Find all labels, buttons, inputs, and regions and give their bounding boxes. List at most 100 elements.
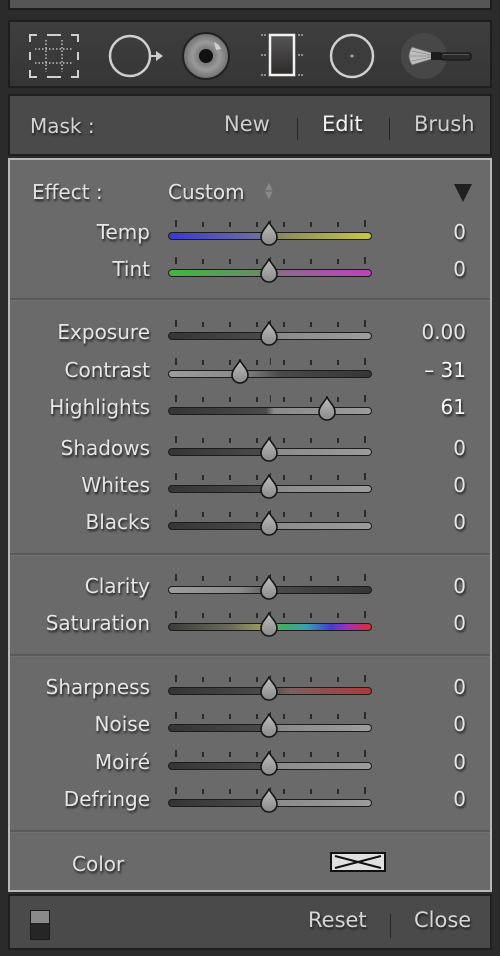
close-button[interactable]: Close <box>414 908 471 932</box>
effect-preset-select[interactable]: Custom <box>168 180 245 204</box>
slider-thumb-whites[interactable] <box>259 472 279 500</box>
slider-label: Clarity <box>84 574 150 598</box>
slider-thumb-moire[interactable] <box>259 749 279 777</box>
slider-tick <box>175 358 177 365</box>
slider-row-tint: Tint 0 <box>10 255 490 285</box>
slider-value-noise[interactable]: 0 <box>453 712 466 736</box>
slider-tick <box>202 576 204 581</box>
slider-tick <box>364 257 366 264</box>
slider-value-sharpness[interactable]: 0 <box>453 675 466 699</box>
slider-tick <box>310 613 312 618</box>
slider-tick <box>202 322 204 327</box>
slider-value-shadows[interactable]: 0 <box>453 436 466 460</box>
slider-value-temp[interactable]: 0 <box>453 220 466 244</box>
section-divider <box>10 830 490 833</box>
color-swatch[interactable] <box>330 852 386 872</box>
radial-filter-icon <box>329 33 375 79</box>
up-down-arrows-icon[interactable]: ▲ ▼ <box>265 182 273 201</box>
slider-thumb-exposure[interactable] <box>259 319 279 347</box>
slider-value-whites[interactable]: 0 <box>453 473 466 497</box>
mask-enable-toggle[interactable] <box>30 910 50 940</box>
slider-value-exposure[interactable]: 0.00 <box>421 320 466 344</box>
slider-thumb-temp[interactable] <box>259 219 279 247</box>
slider-value-moire[interactable]: 0 <box>453 750 466 774</box>
slider-value-highlights[interactable]: 61 <box>441 395 466 419</box>
slider-thumb-shadows[interactable] <box>259 435 279 463</box>
slider-label: Noise <box>94 712 150 736</box>
spot-removal-tool[interactable] <box>106 28 166 84</box>
slider-tick <box>256 259 258 264</box>
slider-row-contrast: Contrast – 31 <box>10 356 490 386</box>
slider-tick <box>202 397 204 402</box>
slider-value-saturation[interactable]: 0 <box>453 611 466 635</box>
graduated-filter-icon <box>261 33 303 77</box>
collapse-triangle-icon[interactable] <box>454 184 472 202</box>
slider-tick <box>256 397 258 402</box>
slider-tick <box>364 574 366 581</box>
slider-tick <box>310 714 312 719</box>
slider-value-blacks[interactable]: 0 <box>453 510 466 534</box>
slider-tick <box>256 714 258 719</box>
slider-thumb-contrast[interactable] <box>230 357 250 385</box>
slider-label: Exposure <box>57 320 150 344</box>
slider-row-noise: Noise 0 <box>10 710 490 740</box>
reset-button[interactable]: Reset <box>308 908 367 932</box>
slider-tick <box>175 787 177 794</box>
slider-tick <box>256 360 258 365</box>
slider-tick <box>202 789 204 794</box>
slider-thumb-defringe[interactable] <box>259 786 279 814</box>
slider-thumb-saturation[interactable] <box>259 610 279 638</box>
slider-value-contrast[interactable]: – 31 <box>424 358 466 382</box>
slider-tick <box>202 752 204 757</box>
slider-tick <box>175 436 177 443</box>
slider-tick <box>337 512 339 517</box>
slider-value-tint[interactable]: 0 <box>453 257 466 281</box>
slider-tick <box>310 222 312 227</box>
slider-thumb-noise[interactable] <box>259 711 279 739</box>
slider-thumb-highlights[interactable] <box>317 394 337 422</box>
crop-overlay-tool[interactable] <box>24 28 84 84</box>
slider-thumb-clarity[interactable] <box>259 573 279 601</box>
slider-track-highlights[interactable] <box>168 407 372 415</box>
radial-filter-tool[interactable] <box>322 28 382 84</box>
slider-value-defringe[interactable]: 0 <box>453 787 466 811</box>
slider-thumb-sharpness[interactable] <box>259 674 279 702</box>
slider-tick <box>337 438 339 443</box>
slider-tick <box>202 714 204 719</box>
adjustment-brush-tool[interactable] <box>398 28 478 84</box>
slider-tick <box>364 675 366 682</box>
slider-tick <box>175 220 177 227</box>
slider-row-moire: Moiré 0 <box>10 748 490 778</box>
slider-row-shadows: Shadows 0 <box>10 434 490 464</box>
adjustment-panel: Effect : Custom ▲ ▼ Color Temp 0 Tint 0 Expos… <box>8 158 492 892</box>
red-eye-tool[interactable] <box>176 28 236 84</box>
slider-row-clarity: Clarity 0 <box>10 572 490 602</box>
slider-track-contrast[interactable] <box>168 370 372 378</box>
slider-tick <box>364 712 366 719</box>
slider-tick <box>310 259 312 264</box>
mask-edit-button[interactable]: Edit <box>322 112 363 136</box>
slider-tick <box>364 750 366 757</box>
mask-brush-button[interactable]: Brush <box>414 112 475 136</box>
slider-tick <box>283 677 285 682</box>
slider-thumb-blacks[interactable] <box>259 509 279 537</box>
slider-value-clarity[interactable]: 0 <box>453 574 466 598</box>
slider-label: Highlights <box>49 395 150 419</box>
slider-row-temp: Temp 0 <box>10 218 490 248</box>
slider-tick <box>202 222 204 227</box>
slider-tick <box>283 714 285 719</box>
slider-tick <box>175 611 177 618</box>
slider-tick <box>269 358 271 365</box>
slider-tick <box>283 613 285 618</box>
slider-row-whites: Whites 0 <box>10 471 490 501</box>
slider-tick <box>229 512 231 517</box>
slider-tick <box>364 787 366 794</box>
slider-tick <box>229 222 231 227</box>
mask-new-button[interactable]: New <box>224 112 270 136</box>
footer-separator <box>390 914 391 938</box>
red-eye-icon <box>182 32 230 80</box>
graduated-filter-tool[interactable] <box>252 28 312 84</box>
slider-tick <box>229 438 231 443</box>
slider-tick <box>229 752 231 757</box>
slider-thumb-tint[interactable] <box>259 256 279 284</box>
